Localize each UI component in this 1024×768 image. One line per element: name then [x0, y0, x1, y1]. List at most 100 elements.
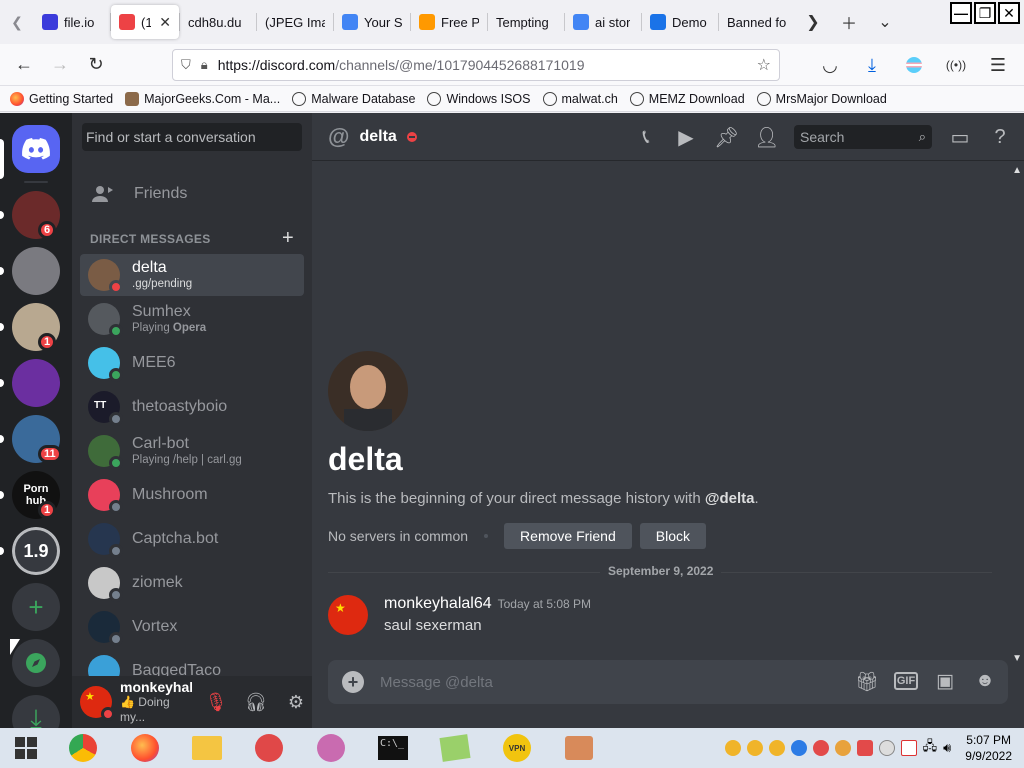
downloads-icon[interactable]: ⤓ — [854, 49, 890, 81]
snipping-tool-taskbar-icon[interactable] — [300, 728, 362, 768]
tray-app-icon[interactable] — [812, 740, 829, 756]
bookmark-item[interactable]: Malware Database — [292, 91, 415, 106]
friends-nav-item[interactable]: Friends — [80, 173, 304, 215]
tray-emoji-icon[interactable] — [724, 740, 741, 756]
add-friends-to-dm-icon[interactable]: 👤︎ — [754, 125, 779, 150]
tray-search-icon[interactable] — [834, 740, 851, 756]
command-prompt-taskbar-icon[interactable]: C:\_ — [362, 728, 424, 768]
tab-scroll-left-icon[interactable]: ❮ — [0, 14, 34, 31]
message-author-avatar[interactable]: ★ — [328, 595, 368, 635]
shield-icon[interactable]: ⛉ — [181, 57, 191, 73]
extension-flag-icon[interactable] — [896, 49, 932, 81]
download-apps-button[interactable]: ⤓ — [12, 695, 60, 728]
server-icon-server-2[interactable] — [12, 247, 60, 295]
forward-icon[interactable]: → — [42, 49, 78, 81]
tab-scroll-right-icon[interactable]: ❯ — [795, 5, 831, 39]
message-author[interactable]: monkeyhalal64 — [384, 595, 492, 612]
pinned-messages-icon[interactable]: 📌︎ — [714, 125, 739, 150]
browser-tab[interactable]: ai stor — [565, 5, 641, 39]
video-call-icon[interactable]: ▶ — [674, 125, 698, 150]
dm-item-carl-bot[interactable]: Carl-bot Playing /help | carl.gg — [80, 430, 304, 472]
browser-tab[interactable]: Demo — [642, 5, 718, 39]
close-window-icon[interactable]: ✕ — [998, 2, 1020, 24]
reload-icon[interactable]: ↻ — [78, 49, 114, 81]
browser-tab[interactable]: cdh8u.du — [180, 5, 256, 39]
block-button[interactable]: Block — [639, 523, 706, 549]
bookmark-star-icon[interactable]: ☆ — [757, 55, 771, 75]
server-icon-server-1-9[interactable]: 1.9 — [12, 527, 60, 575]
tray-app-icon[interactable] — [878, 740, 895, 756]
back-icon[interactable]: ← — [6, 49, 42, 81]
bookmark-item[interactable]: Getting Started — [10, 91, 113, 106]
browser-tab[interactable]: Banned fo — [719, 5, 795, 39]
dm-item-thetoastyboio[interactable]: TT thetoastyboio — [80, 386, 304, 428]
dm-item-captcha-bot[interactable]: Captcha.bot — [80, 518, 304, 560]
tray-emoji-icon[interactable] — [746, 740, 763, 756]
bookmark-item[interactable]: malwat.ch — [542, 91, 618, 106]
bookmark-item[interactable]: Windows ISOS — [427, 91, 531, 106]
bookmark-item[interactable]: MajorGeeks.Com - Ma... — [125, 91, 280, 106]
media-app-taskbar-icon[interactable] — [548, 728, 610, 768]
help-icon[interactable]: ? — [988, 126, 1012, 149]
channel-name[interactable]: delta — [359, 128, 396, 146]
menu-icon[interactable]: ☰ — [980, 49, 1016, 81]
remove-friend-button[interactable]: Remove Friend — [504, 523, 632, 549]
dm-item-vortex[interactable]: Vortex — [80, 606, 304, 648]
browser-tab[interactable]: Free P — [411, 5, 487, 39]
tray-flag-icon[interactable] — [900, 740, 917, 756]
firefox-taskbar-icon[interactable] — [114, 728, 176, 768]
notes-taskbar-icon[interactable] — [424, 728, 486, 768]
scroll-down-arrow-icon[interactable]: ▼ — [1012, 653, 1022, 664]
dm-item-ziomek[interactable]: ziomek — [80, 562, 304, 604]
mute-microphone-icon[interactable]: 🎙︎ — [200, 692, 232, 713]
sticker-icon[interactable]: ▣ — [932, 670, 958, 694]
chrome-taskbar-icon[interactable] — [52, 728, 114, 768]
volume-icon[interactable]: 🔊︎ — [943, 740, 951, 756]
restore-window-icon[interactable]: ❐ — [974, 2, 996, 24]
user-settings-gear-icon[interactable]: ⚙ — [280, 692, 312, 713]
bookmark-item[interactable]: MrsMajor Download — [756, 91, 887, 106]
user-avatar[interactable]: ★ — [80, 686, 115, 721]
file-explorer-taskbar-icon[interactable] — [176, 728, 238, 768]
lock-icon[interactable]: 🔒︎ — [201, 57, 208, 73]
bookmark-item[interactable]: MEMZ Download — [629, 91, 745, 106]
tray-emoji-icon[interactable] — [768, 740, 785, 756]
close-tab-icon[interactable]: ✕ — [159, 14, 171, 31]
dm-item-mushroom[interactable]: Mushroom — [80, 474, 304, 516]
intro-mention[interactable]: @delta — [705, 490, 755, 507]
voice-call-icon[interactable]: 📞︎ — [634, 126, 658, 149]
discord-home-button[interactable] — [12, 125, 60, 173]
chat-search-input[interactable]: Search ⌕ — [794, 125, 932, 149]
gift-icon[interactable]: 🎁︎ — [854, 670, 880, 694]
create-dm-icon[interactable]: + — [282, 228, 294, 248]
list-tabs-icon[interactable]: ⌄ — [867, 5, 903, 39]
browser-tab[interactable]: Your S — [334, 5, 410, 39]
tray-app-icon[interactable] — [856, 740, 873, 756]
add-server-button[interactable]: + — [12, 583, 60, 631]
start-button[interactable] — [0, 728, 52, 768]
browser-tab[interactable]: (19 ✕ — [111, 5, 179, 39]
browser-tab[interactable]: Tempting — [488, 5, 564, 39]
message-input[interactable]: Message @delta — [380, 674, 854, 691]
find-conversation-input[interactable]: Find or start a conversation — [82, 123, 302, 151]
taskbar-clock[interactable]: 5:07 PM 9/9/2022 — [965, 732, 1012, 764]
minimize-window-icon[interactable]: — — [950, 2, 972, 24]
inbox-icon[interactable]: ▭ — [948, 125, 972, 150]
browser-tab[interactable]: (JPEG Ima — [257, 5, 333, 39]
tray-app-icon[interactable] — [790, 740, 807, 756]
url-bar[interactable]: ⛉ 🔒︎ https://discord.com/channels/@me/10… — [172, 49, 780, 81]
gif-icon[interactable]: GIF — [894, 672, 918, 690]
dm-item-sumhex[interactable]: Sumhex Playing Opera — [80, 298, 304, 340]
deafen-headphones-icon[interactable]: 🎧︎ — [240, 692, 272, 713]
server-icon-server-4[interactable] — [12, 359, 60, 407]
browser-tab[interactable]: file.io — [34, 5, 110, 39]
scroll-up-arrow-icon[interactable]: ▲ — [1012, 165, 1022, 176]
upload-plus-icon[interactable]: + — [342, 671, 364, 693]
dm-item-delta[interactable]: delta .gg/pending — [80, 254, 304, 296]
new-tab-icon[interactable]: ＋ — [831, 5, 867, 39]
extension-icon[interactable]: ((•)) — [938, 49, 974, 81]
network-icon[interactable]: 🖧︎ — [923, 737, 938, 759]
emoji-icon[interactable]: ☻ — [972, 670, 998, 694]
paint-app-taskbar-icon[interactable] — [238, 728, 300, 768]
vpn-pro-taskbar-icon[interactable]: VPN — [486, 728, 548, 768]
